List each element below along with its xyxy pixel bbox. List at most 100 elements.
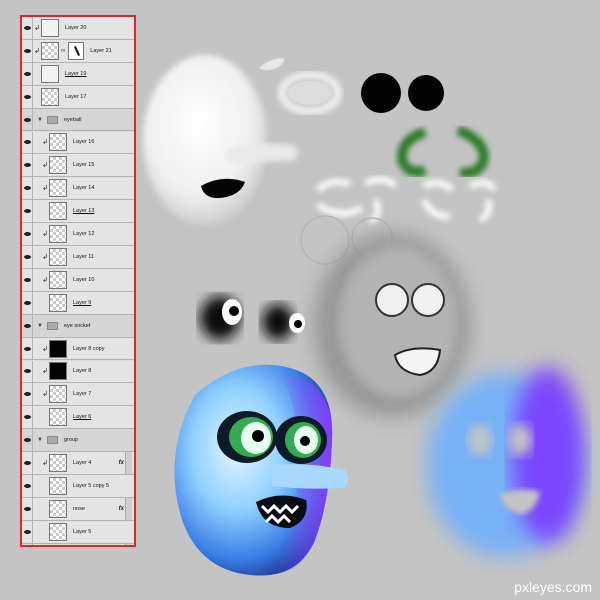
layer-row[interactable]: Layer 5	[22, 520, 134, 544]
clipping-mask-icon: ↲	[42, 231, 48, 239]
effects-expand-icon[interactable]	[125, 497, 132, 520]
layer-row[interactable]: Layer 17	[22, 85, 134, 109]
visibility-eye-icon[interactable]	[22, 85, 33, 108]
black-pupils-layer	[361, 73, 444, 113]
group-expand-icon[interactable]: ▼	[37, 323, 45, 329]
layer-row[interactable]: ↲ Layer 14	[22, 177, 134, 201]
visibility-eye-icon[interactable]	[22, 406, 33, 429]
layer-row[interactable]: ↲ Layer 15	[22, 154, 134, 178]
layer-row[interactable]: ↲ Layer 7	[22, 383, 134, 407]
clipping-mask-icon: ↲	[42, 460, 48, 468]
layer-name: Layer 5	[73, 528, 92, 535]
layer-row[interactable]: ↲ ∞ Layer 21	[22, 39, 134, 63]
layer-name: Layer 6	[73, 414, 92, 421]
layer-row[interactable]: ↲ Layer 8 copy	[22, 337, 134, 361]
layer-thumbnail	[49, 454, 67, 473]
layer-row[interactable]: ↲ Layer 10	[22, 268, 134, 292]
layer-name: Layer 5 copy 5	[73, 482, 110, 489]
layer-thumbnail	[49, 179, 67, 198]
teeth-fragment	[258, 57, 285, 71]
visibility-eye-icon[interactable]	[22, 223, 33, 245]
layer-group-row[interactable]: ▼ group	[22, 429, 134, 453]
group-expand-icon[interactable]: ▼	[37, 437, 45, 443]
visibility-eye-icon[interactable]	[22, 131, 33, 154]
layer-thumbnail	[49, 408, 67, 427]
visibility-eye-icon[interactable]	[22, 108, 33, 131]
green-iris-layer	[396, 125, 490, 178]
grey-head-sketch	[314, 233, 470, 417]
visibility-eye-icon[interactable]	[22, 268, 33, 291]
white-head-layer	[143, 55, 298, 225]
layer-thumbnail	[49, 546, 67, 547]
layer-mask-thumbnail[interactable]	[68, 41, 85, 60]
layer-name: Layer 11	[73, 253, 94, 260]
layer-row[interactable]: Layer 13	[22, 200, 134, 224]
layer-name: Layer 9	[73, 299, 92, 306]
visibility-eye-icon[interactable]	[22, 200, 33, 223]
visibility-eye-icon[interactable]	[22, 17, 33, 39]
layer-row[interactable]: ↲ Layer 4 fx	[22, 452, 134, 475]
visibility-eye-icon[interactable]	[22, 452, 33, 474]
layer-thumbnail	[49, 339, 67, 358]
visibility-eye-icon[interactable]	[22, 39, 33, 62]
layer-row[interactable]: ↲ Layer 11	[22, 246, 134, 269]
layer-name: group	[64, 437, 79, 444]
effects-expand-icon[interactable]	[125, 543, 132, 545]
layer-row[interactable]: ↲ Layer 16	[22, 131, 134, 155]
layer-row[interactable]: ↲ Layer 12	[22, 223, 134, 246]
eye-socket-layer	[200, 296, 305, 340]
visibility-eye-icon[interactable]	[22, 360, 33, 383]
layer-name: Layer 15	[73, 162, 95, 169]
visibility-eye-icon[interactable]	[22, 475, 33, 497]
layer-row[interactable]: Layer 6	[22, 406, 134, 430]
visibility-eye-icon[interactable]	[22, 291, 33, 314]
clipping-mask-icon: ↲	[42, 391, 48, 399]
layer-effects-icon[interactable]: fx	[119, 460, 124, 466]
layer-name: Layer 16	[73, 139, 95, 146]
layer-thumbnail	[49, 270, 67, 289]
layer-name: Layer 21	[90, 47, 112, 54]
layer-name: Layer 10	[73, 276, 95, 283]
layer-group-row[interactable]: ▼ eye socket	[22, 314, 134, 338]
folder-icon	[47, 436, 58, 445]
visibility-eye-icon[interactable]	[22, 62, 33, 85]
layer-thumbnail	[41, 64, 59, 83]
layer-thumbnail	[49, 385, 67, 404]
visibility-eye-icon[interactable]	[22, 154, 33, 177]
visibility-eye-icon[interactable]	[22, 246, 33, 268]
layer-group-row[interactable]: ▼ eyeball	[22, 108, 134, 132]
group-expand-icon[interactable]: ▼	[37, 117, 45, 123]
layer-row[interactable]: Layer 19	[22, 62, 134, 86]
layer-thumbnail	[49, 362, 67, 381]
visibility-eye-icon[interactable]	[22, 497, 33, 520]
layer-row[interactable]: ↲ Layer 8	[22, 360, 134, 384]
visibility-eye-icon[interactable]	[22, 314, 33, 337]
layer-row[interactable]: ↲ Layer 20	[22, 17, 134, 40]
visibility-eye-icon[interactable]	[22, 429, 33, 452]
layer-name: Layer 12	[73, 231, 95, 238]
visibility-eye-icon[interactable]	[22, 520, 33, 543]
effects-expand-icon[interactable]	[125, 452, 132, 474]
layers-panel[interactable]: ↲ Layer 20 ↲ ∞ Layer 21 Layer 19 Layer 17 ▼ eyeb…	[20, 15, 136, 547]
mask-link-icon[interactable]: ∞	[61, 48, 65, 54]
layer-name: Layer 4	[73, 460, 92, 467]
layer-row[interactable]: nose fx	[22, 497, 134, 521]
final-blue-head	[174, 364, 349, 576]
layer-name: Layer 14	[73, 185, 95, 192]
clipping-mask-icon: ↲	[42, 162, 48, 170]
visibility-eye-icon[interactable]	[22, 177, 33, 200]
layer-effects-icon[interactable]: fx	[119, 506, 124, 512]
visibility-eye-icon[interactable]	[22, 337, 33, 360]
visibility-eye-icon[interactable]	[22, 383, 33, 406]
clipping-mask-icon: ↲	[42, 368, 48, 376]
layer-row[interactable]: Layer 2fx	[22, 543, 134, 547]
layer-row[interactable]: Layer 5 copy 5	[22, 475, 134, 498]
clipping-mask-icon: ↲	[42, 185, 48, 193]
layer-thumbnail	[49, 225, 67, 244]
clipping-mask-icon: ↲	[42, 345, 48, 353]
layer-name: Layer 19	[65, 70, 87, 77]
clipping-mask-icon: ↲	[42, 139, 48, 147]
layer-thumbnail	[49, 522, 67, 541]
layer-row[interactable]: Layer 9	[22, 291, 134, 315]
visibility-eye-icon[interactable]	[22, 543, 33, 545]
